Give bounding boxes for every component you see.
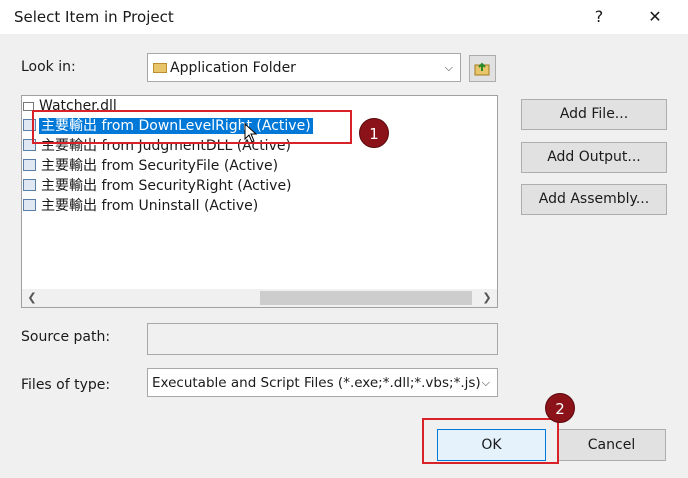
scroll-left-icon[interactable]: ❮ <box>24 289 40 307</box>
mouse-cursor-icon <box>244 123 258 143</box>
list-item[interactable]: 主要輸出 from SecurityFile (Active) <box>23 157 280 176</box>
files-of-type-dropdown[interactable]: Executable and Script Files (*.exe;*.dll… <box>147 368 498 397</box>
output-icon <box>23 179 36 191</box>
cancel-button[interactable]: Cancel <box>557 429 666 461</box>
look-in-label: Look in: <box>21 59 76 75</box>
look-in-value: Application Folder <box>170 60 296 76</box>
dialog-title: Select Item in Project <box>14 8 174 26</box>
chevron-down-icon: ⌵ <box>444 61 453 74</box>
annotation-badge-2: 2 <box>545 393 575 423</box>
add-output-button[interactable]: Add Output... <box>521 142 667 173</box>
scroll-right-icon[interactable]: ❯ <box>479 289 495 307</box>
files-of-type-value: Executable and Script Files (*.exe;*.dll… <box>152 375 481 391</box>
folder-icon <box>153 63 167 73</box>
close-button[interactable]: ✕ <box>642 5 668 29</box>
folder-up-icon <box>474 62 490 76</box>
chevron-down-icon: ⌵ <box>481 376 490 389</box>
list-item[interactable]: 主要輸出 from SecurityRight (Active) <box>23 177 294 196</box>
horizontal-scrollbar[interactable]: ❮ ❯ <box>22 289 497 307</box>
annotation-badge-1: 1 <box>359 118 389 148</box>
add-file-button[interactable]: Add File... <box>521 99 667 130</box>
list-item[interactable]: 主要輸出 from Uninstall (Active) <box>23 197 260 216</box>
add-assembly-button[interactable]: Add Assembly... <box>521 184 667 215</box>
title-bar: Select Item in Project ? ✕ <box>0 0 688 34</box>
source-path-field <box>147 323 498 355</box>
annotation-highlight-1 <box>32 110 352 144</box>
scrollbar-thumb[interactable] <box>260 291 472 305</box>
help-button[interactable]: ? <box>586 5 612 29</box>
output-icon <box>23 199 36 211</box>
source-path-label: Source path: <box>21 329 111 345</box>
look-in-dropdown[interactable]: Application Folder ⌵ <box>147 53 461 82</box>
output-icon <box>23 159 36 171</box>
folder-up-button[interactable] <box>469 55 496 82</box>
annotation-highlight-2 <box>422 418 559 464</box>
files-of-type-label: Files of type: <box>21 377 111 393</box>
